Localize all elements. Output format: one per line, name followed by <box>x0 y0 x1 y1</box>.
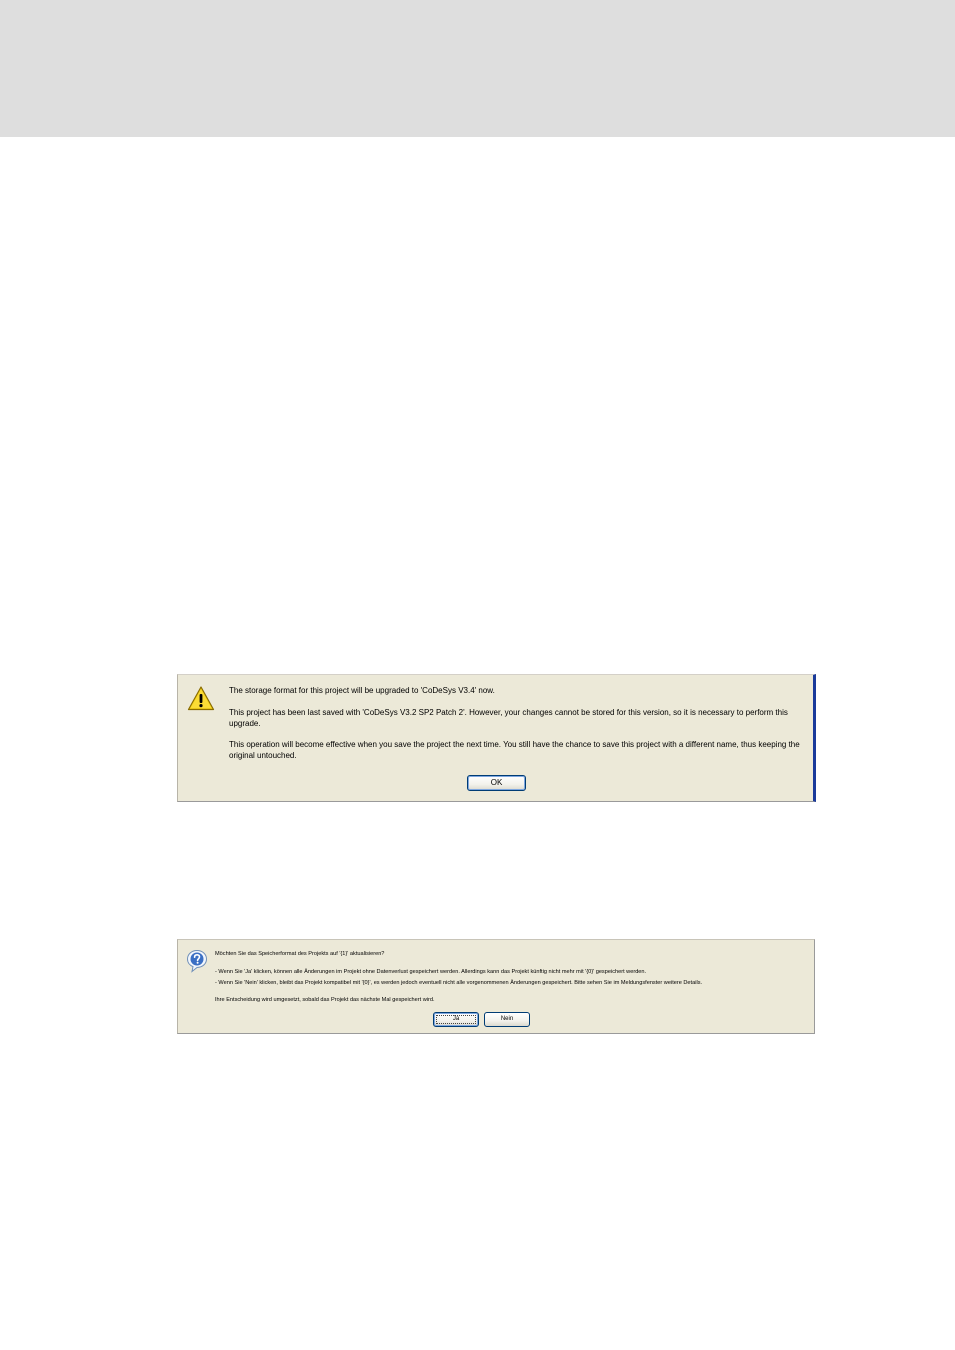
question-message-line2: - Wenn Sie 'Ja' klicken, können alle Änd… <box>215 969 647 975</box>
page-header-band <box>0 0 955 137</box>
ok-button-label: OK <box>490 778 503 787</box>
no-button-label: Nein <box>500 1016 514 1022</box>
ok-button[interactable]: OK <box>467 775 526 791</box>
warning-message-line2: This project has been last saved with 'C… <box>229 708 788 728</box>
question-message-line3: - Wenn Sie 'Nein' klicken, bleibt das Pr… <box>215 980 703 986</box>
warning-message-line3: This operation will become effective whe… <box>229 740 800 760</box>
yes-button-label: Ja <box>452 1016 460 1022</box>
upgrade-warning-dialog: The storage format for this project will… <box>177 674 816 802</box>
question-message-line4: Ihre Entscheidung wird umgesetzt, sobald… <box>215 997 435 1003</box>
warning-message-line1: The storage format for this project will… <box>229 686 495 695</box>
warning-icon <box>187 685 215 713</box>
yes-button[interactable]: Ja <box>433 1012 479 1027</box>
question-icon <box>186 949 208 973</box>
question-message-line1: Möchten Sie das Speicherformat des Proje… <box>215 951 385 957</box>
update-format-question-dialog: Möchten Sie das Speicherformat des Proje… <box>177 939 815 1034</box>
no-button[interactable]: Nein <box>484 1012 530 1027</box>
